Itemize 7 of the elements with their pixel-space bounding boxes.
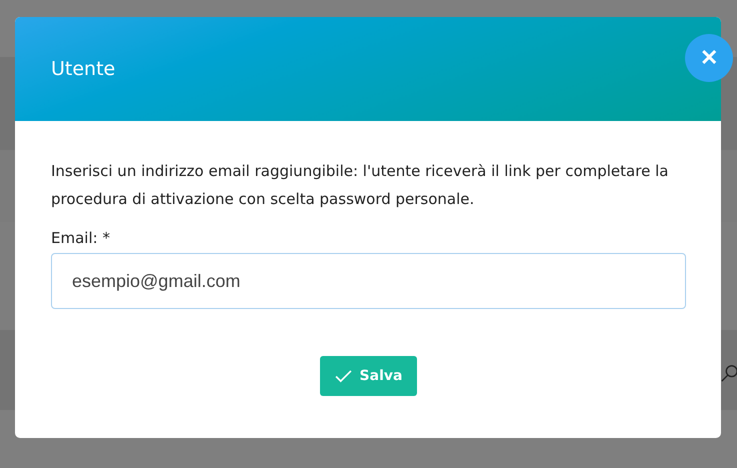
check-icon: [334, 370, 352, 382]
search-icon[interactable]: [720, 364, 737, 382]
email-label: Email: *: [51, 229, 111, 247]
save-button[interactable]: Salva: [320, 356, 418, 396]
modal-title: Utente: [51, 58, 116, 80]
email-field[interactable]: esempio@gmail.com: [51, 253, 686, 309]
message-text: Inserisci un indirizzo email raggiungibile: l'utente riceverà il link per completare la procedura di attivazione con scelta password personale.: [51, 161, 670, 210]
